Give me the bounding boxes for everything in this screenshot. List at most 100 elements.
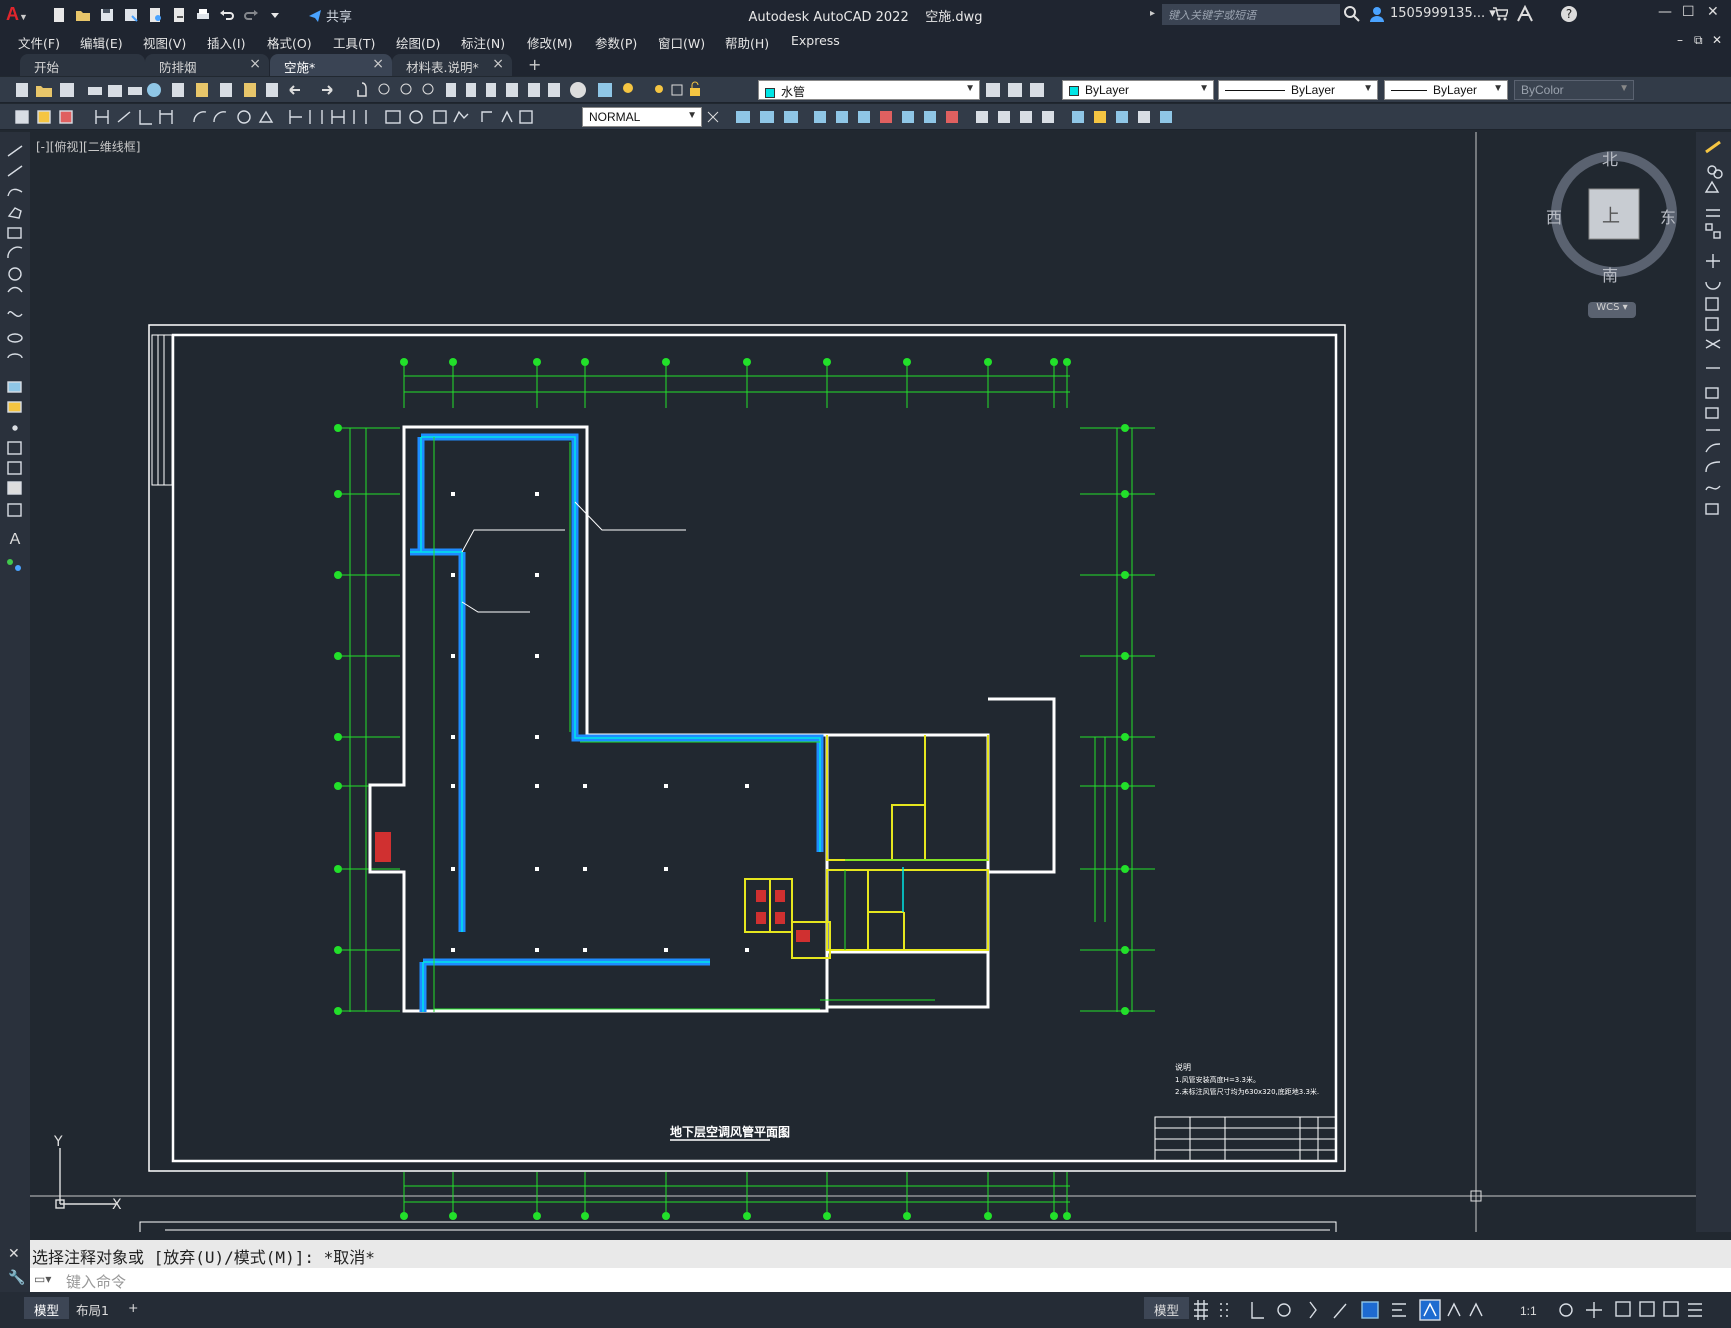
wcs-menu[interactable]: WCS ▾ [1588,302,1636,318]
menu-edit[interactable]: 编辑(E) [80,33,123,52]
close-tab-icon[interactable]: × [372,56,384,72]
color-dropdown[interactable]: ByLayer ▼ [1062,80,1214,100]
maximize-window-icon[interactable]: ☐ [1682,4,1695,20]
tab-label: 材料表.说明* [406,60,479,75]
help-icon[interactable]: ? [1560,5,1578,27]
air-duct [410,433,824,1012]
layout1-tab[interactable]: 布局1 [66,1297,119,1319]
command-prompt-icon[interactable]: ▭▾ [34,1272,51,1286]
menu-format[interactable]: 格式(O) [267,33,312,52]
equipment-rooms [744,735,989,959]
tab-start[interactable]: 开始 [20,54,145,76]
command-history: 选择注释对象或 [放弃(U)/模式(M)]: *取消* [30,1240,1731,1268]
user-icon[interactable] [1370,6,1384,26]
dimension-toolbar: NORMAL ▼ [0,104,1731,130]
standard-toolbar: 水管 ▼ ByLayer ▼ ByLayer ▼ ByLayer ▼ ByColor ▼ [0,77,1731,103]
status-toggle-icons[interactable]: 1:1 [1192,1292,1712,1328]
tab-hvac-construction[interactable]: 空施* × [270,54,392,76]
viewcube-south[interactable]: 南 [1602,262,1618,286]
modify-toolbar-icons[interactable] [706,104,1206,130]
drawing-canvas[interactable]: 说明 1.风管安装高度H=3.3米。 2.未标注风管尺寸均为630x320,底距… [30,132,1696,1232]
menu-view[interactable]: 视图(V) [143,33,186,52]
doc-restore-icon[interactable]: ⧉ [1694,33,1703,48]
user-account[interactable]: 1505999135... ▾ [1390,6,1496,21]
menu-window[interactable]: 窗口(W) [658,33,705,52]
dimension-toolbar-icons[interactable] [8,104,578,130]
autodesk-app-icon[interactable] [1516,4,1538,27]
menu-draw[interactable]: 绘图(D) [396,33,440,52]
structural-columns [451,492,749,952]
menu-help[interactable]: 帮助(H) [725,33,769,52]
search-expand-icon[interactable]: ▸ [1150,8,1155,19]
doc-close-icon[interactable]: ✕ [1712,33,1722,47]
customize-command-icon[interactable]: 🔧 [8,1270,25,1286]
viewcube-top-face[interactable]: 上 [1602,202,1620,228]
add-layout-label: + [128,1300,139,1315]
lineweight-dropdown[interactable]: ByLayer ▼ [1384,80,1508,100]
command-line-handle[interactable]: ✕ 🔧 [0,1232,30,1292]
search-icon[interactable] [1344,6,1360,26]
viewcube-east[interactable]: 东 [1660,204,1676,228]
plotstyle-dropdown[interactable]: ByColor ▼ [1514,80,1634,100]
model-layout-tab[interactable]: 模型 [24,1297,70,1319]
linetype-dropdown[interactable]: ByLayer ▼ [1218,80,1378,100]
ucs-x-label: X [112,1197,122,1213]
tab-material-list[interactable]: 材料表.说明* × [392,54,512,76]
close-tab-icon[interactable]: × [249,56,261,72]
drawing-svg: 说明 1.风管安装高度H=3.3米。 2.未标注风管尺寸均为630x320,底距… [30,132,1696,1232]
drawing-notes: 说明 1.风管安装高度H=3.3米。 2.未标注风管尺寸均为630x320,底距… [1175,1062,1319,1096]
help-search-input[interactable]: 键入关键字或短语 [1162,4,1340,25]
dimstyle-dropdown[interactable]: NORMAL ▼ [582,107,702,127]
menu-modify[interactable]: 修改(M) [527,33,573,52]
layer-dropdown[interactable]: 水管 ▼ [758,80,980,100]
cart-icon[interactable] [1492,6,1510,26]
grid-bubbles [334,358,1129,1220]
viewcube[interactable]: 北 南 东 西 上 [1546,146,1682,285]
building-walls [368,425,1056,1013]
menu-tools[interactable]: 工具(T) [333,33,375,52]
plotstyle-value: ByColor [1521,83,1564,97]
tab-smoke-exhaust[interactable]: 防排烟 × [145,54,269,76]
notes-title: 说明 [1175,1062,1191,1072]
menu-parametric[interactable]: 参数(P) [595,33,637,52]
status-bar: 模型 布局1 + 模型 1:1 [0,1292,1731,1328]
close-window-icon[interactable]: ✕ [1707,4,1719,20]
search-placeholder: 键入关键字或短语 [1168,9,1256,22]
add-layout-tab[interactable]: + [118,1297,148,1319]
menu-insert[interactable]: 插入(I) [207,33,245,52]
layer-color-swatch [765,87,775,98]
close-tab-icon[interactable]: × [492,56,504,72]
layout1-tab-label: 布局1 [76,1303,109,1318]
viewcube-north[interactable]: 北 [1602,146,1618,170]
layer-tools-icons[interactable] [986,77,1046,103]
minimize-window-icon[interactable]: — [1658,4,1672,20]
modify-toolbar-side-icons[interactable] [1696,132,1731,532]
doc-minimize-icon[interactable]: – [1677,33,1683,47]
title-bar: A▼ 共享 Autodesk AutoCAD 2022 空施.dwg ▸ 键入关… [0,0,1731,30]
lock-icon[interactable] [688,81,702,97]
draw-toolbar-icons[interactable]: A [0,132,30,592]
menu-bar: 文件(F) 编辑(E) 视图(V) 插入(I) 格式(O) 工具(T) 绘图(D… [0,30,1731,52]
menu-dimension[interactable]: 标注(N) [461,33,505,52]
tab-label: 空施* [284,60,316,75]
sheet-frame [139,324,1346,1232]
viewcube-west[interactable]: 西 [1546,204,1562,228]
model-space-button[interactable]: 模型 [1144,1297,1190,1319]
annotation-scale[interactable]: 1:1 [1520,1304,1537,1318]
note-line-1: 1.风管安装高度H=3.3米。 [1175,1075,1260,1084]
viewport-controls-label[interactable]: [-][俯视][二维线框] [36,138,140,155]
command-history-text: 选择注释对象或 [放弃(U)/模式(M)]: *取消* [32,1248,375,1267]
color-swatch [1069,85,1079,96]
new-tab-icon[interactable]: + [528,55,541,74]
close-command-icon[interactable]: ✕ [8,1246,20,1262]
modify-toolbar [1696,132,1731,1232]
standard-toolbar-icons[interactable] [8,77,648,103]
freeze-icon[interactable] [670,81,684,97]
command-input[interactable]: ▭▾ 键入命令 [30,1268,1731,1292]
title-block [1154,1116,1337,1162]
svg-text:?: ? [1566,7,1572,21]
menu-file[interactable]: 文件(F) [18,33,60,52]
menu-express[interactable]: Express [791,33,840,48]
sun-icon[interactable] [652,81,666,97]
linetype-value: ByLayer [1291,83,1336,97]
